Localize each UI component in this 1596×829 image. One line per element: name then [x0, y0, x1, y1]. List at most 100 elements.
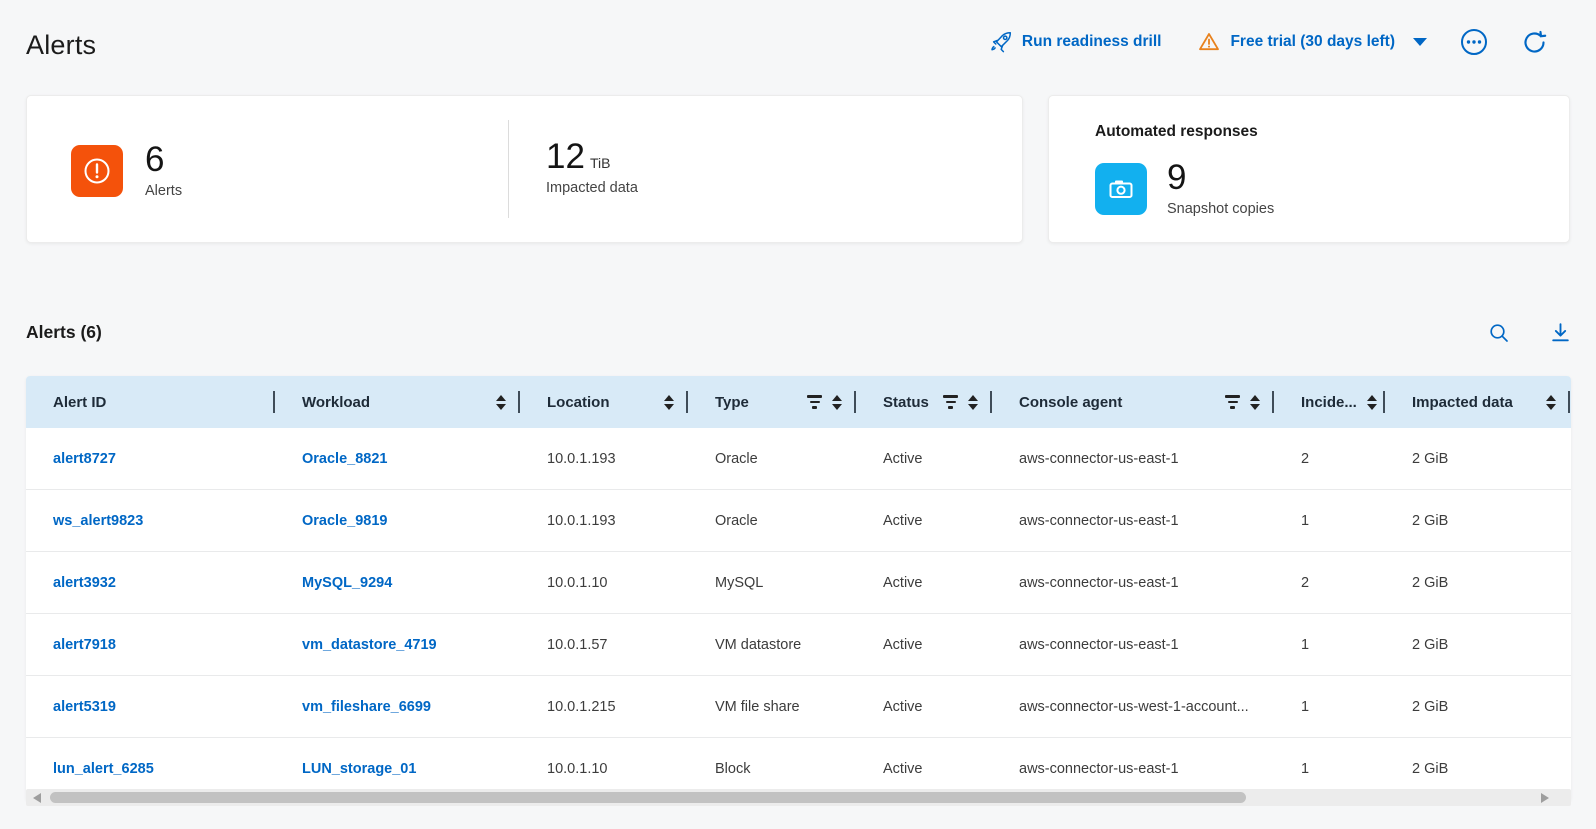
- column-header-workload[interactable]: Workload: [275, 376, 520, 428]
- workload-link[interactable]: vm_fileshare_6699: [302, 699, 431, 715]
- console-agent-cell: aws-connector-us-east-1: [992, 513, 1274, 529]
- workload-link[interactable]: LUN_storage_01: [302, 761, 416, 777]
- location-cell: 10.0.1.193: [520, 513, 688, 529]
- snapshot-copies-count: 9: [1167, 160, 1274, 196]
- scroll-right-arrow-icon[interactable]: [1541, 793, 1549, 803]
- type-cell: Oracle: [688, 513, 856, 529]
- table-row: ws_alert9823 Oracle_9819 10.0.1.193 Orac…: [26, 490, 1571, 552]
- location-cell: 10.0.1.10: [520, 761, 688, 777]
- location-cell: 10.0.1.10: [520, 575, 688, 591]
- camera-icon: [1095, 163, 1147, 215]
- status-cell: Active: [856, 513, 992, 529]
- alert-id-link[interactable]: ws_alert9823: [53, 513, 143, 529]
- status-cell: Active: [856, 761, 992, 777]
- scrollbar-thumb[interactable]: [50, 792, 1246, 803]
- top-actions: Run readiness drill Free trial (30 days …: [989, 26, 1548, 58]
- column-header-impacted-data[interactable]: Impacted data: [1385, 376, 1570, 428]
- impacted-data-cell: 2 GiB: [1385, 637, 1570, 653]
- incidents-cell: 2: [1274, 451, 1385, 467]
- automated-responses-card: Automated responses 9 Snapshot copies: [1048, 95, 1570, 243]
- alerts-count: 6: [145, 142, 182, 178]
- impacted-data-value: 12: [546, 137, 585, 176]
- status-cell: Active: [856, 451, 992, 467]
- impacted-data-cell: 2 GiB: [1385, 513, 1570, 529]
- workload-link[interactable]: MySQL_9294: [302, 575, 392, 591]
- status-cell: Active: [856, 699, 992, 715]
- incidents-cell: 1: [1274, 637, 1385, 653]
- status-cell: Active: [856, 637, 992, 653]
- search-icon: [1487, 321, 1511, 345]
- alert-id-link[interactable]: alert5319: [53, 699, 116, 715]
- impacted-data-cell: 2 GiB: [1385, 575, 1570, 591]
- more-options-button[interactable]: [1459, 27, 1489, 57]
- sort-icon[interactable]: [496, 395, 506, 410]
- table-row: alert8727 Oracle_8821 10.0.1.193 Oracle …: [26, 428, 1571, 490]
- location-cell: 10.0.1.193: [520, 451, 688, 467]
- scroll-left-arrow-icon[interactable]: [33, 793, 41, 803]
- download-icon: [1548, 320, 1573, 345]
- sort-icon[interactable]: [968, 395, 978, 410]
- filter-icon[interactable]: [1225, 395, 1240, 408]
- alerts-stat: 6 Alerts: [71, 142, 182, 199]
- incidents-cell: 2: [1274, 575, 1385, 591]
- column-header-console-agent[interactable]: Console agent: [992, 376, 1274, 428]
- table-section-title: Alerts (6): [26, 322, 102, 343]
- alert-id-link[interactable]: alert8727: [53, 451, 116, 467]
- column-header-location[interactable]: Location: [520, 376, 688, 428]
- filter-icon[interactable]: [943, 395, 958, 408]
- caret-down-icon[interactable]: [1413, 38, 1427, 46]
- sort-icon[interactable]: [1250, 395, 1260, 410]
- table-row: alert5319 vm_fileshare_6699 10.0.1.215 V…: [26, 676, 1571, 738]
- sort-icon[interactable]: [664, 395, 674, 410]
- alert-id-link[interactable]: alert3932: [53, 575, 116, 591]
- impacted-data-unit: TiB: [590, 155, 610, 171]
- column-header-status[interactable]: Status: [856, 376, 992, 428]
- impacted-data-cell: 2 GiB: [1385, 761, 1570, 777]
- download-button[interactable]: [1548, 320, 1573, 345]
- filter-icon[interactable]: [807, 395, 822, 408]
- incidents-cell: 1: [1274, 513, 1385, 529]
- location-cell: 10.0.1.215: [520, 699, 688, 715]
- column-header-incidents[interactable]: Incide...: [1274, 376, 1385, 428]
- alert-id-link[interactable]: lun_alert_6285: [53, 761, 154, 777]
- incidents-cell: 1: [1274, 699, 1385, 715]
- horizontal-scrollbar[interactable]: [26, 789, 1571, 806]
- incidents-cell: 1: [1274, 761, 1385, 777]
- workload-link[interactable]: Oracle_9819: [302, 513, 387, 529]
- column-header-alert-id[interactable]: Alert ID: [26, 376, 275, 428]
- free-trial-status[interactable]: Free trial (30 days left): [1197, 30, 1395, 54]
- free-trial-label: Free trial (30 days left): [1230, 33, 1395, 51]
- page-title: Alerts: [26, 30, 96, 61]
- status-cell: Active: [856, 575, 992, 591]
- console-agent-cell: aws-connector-us-east-1: [992, 761, 1274, 777]
- console-agent-cell: aws-connector-us-east-1: [992, 451, 1274, 467]
- automated-responses-title: Automated responses: [1095, 123, 1258, 141]
- snapshot-copies-label: Snapshot copies: [1167, 201, 1274, 217]
- impacted-data-cell: 2 GiB: [1385, 451, 1570, 467]
- card-divider: [508, 120, 509, 218]
- alerts-summary-card: 6 Alerts 12TiB Impacted data: [26, 95, 1023, 243]
- alerts-count-label: Alerts: [145, 183, 182, 199]
- workload-link[interactable]: Oracle_8821: [302, 451, 387, 467]
- sort-icon[interactable]: [832, 395, 842, 410]
- table-row: alert7918 vm_datastore_4719 10.0.1.57 VM…: [26, 614, 1571, 676]
- type-cell: VM datastore: [688, 637, 856, 653]
- ellipsis-menu-icon: [1459, 27, 1489, 57]
- alert-exclamation-icon: [71, 145, 123, 197]
- sort-icon[interactable]: [1546, 395, 1556, 410]
- alert-id-link[interactable]: alert7918: [53, 637, 116, 653]
- warning-icon: [1197, 30, 1221, 54]
- column-header-type[interactable]: Type: [688, 376, 856, 428]
- type-cell: MySQL: [688, 575, 856, 591]
- run-readiness-drill-button[interactable]: Run readiness drill: [989, 30, 1162, 54]
- snapshot-copies-stat: 9 Snapshot copies: [1095, 160, 1274, 217]
- impacted-data-cell: 2 GiB: [1385, 699, 1570, 715]
- sort-icon[interactable]: [1367, 395, 1377, 410]
- search-button[interactable]: [1487, 321, 1511, 345]
- workload-link[interactable]: vm_datastore_4719: [302, 637, 437, 653]
- type-cell: Oracle: [688, 451, 856, 467]
- refresh-button[interactable]: [1521, 29, 1548, 56]
- console-agent-cell: aws-connector-us-west-1-account...: [992, 699, 1274, 715]
- alerts-table: Alert ID Workload Location Type Status C…: [26, 376, 1571, 800]
- location-cell: 10.0.1.57: [520, 637, 688, 653]
